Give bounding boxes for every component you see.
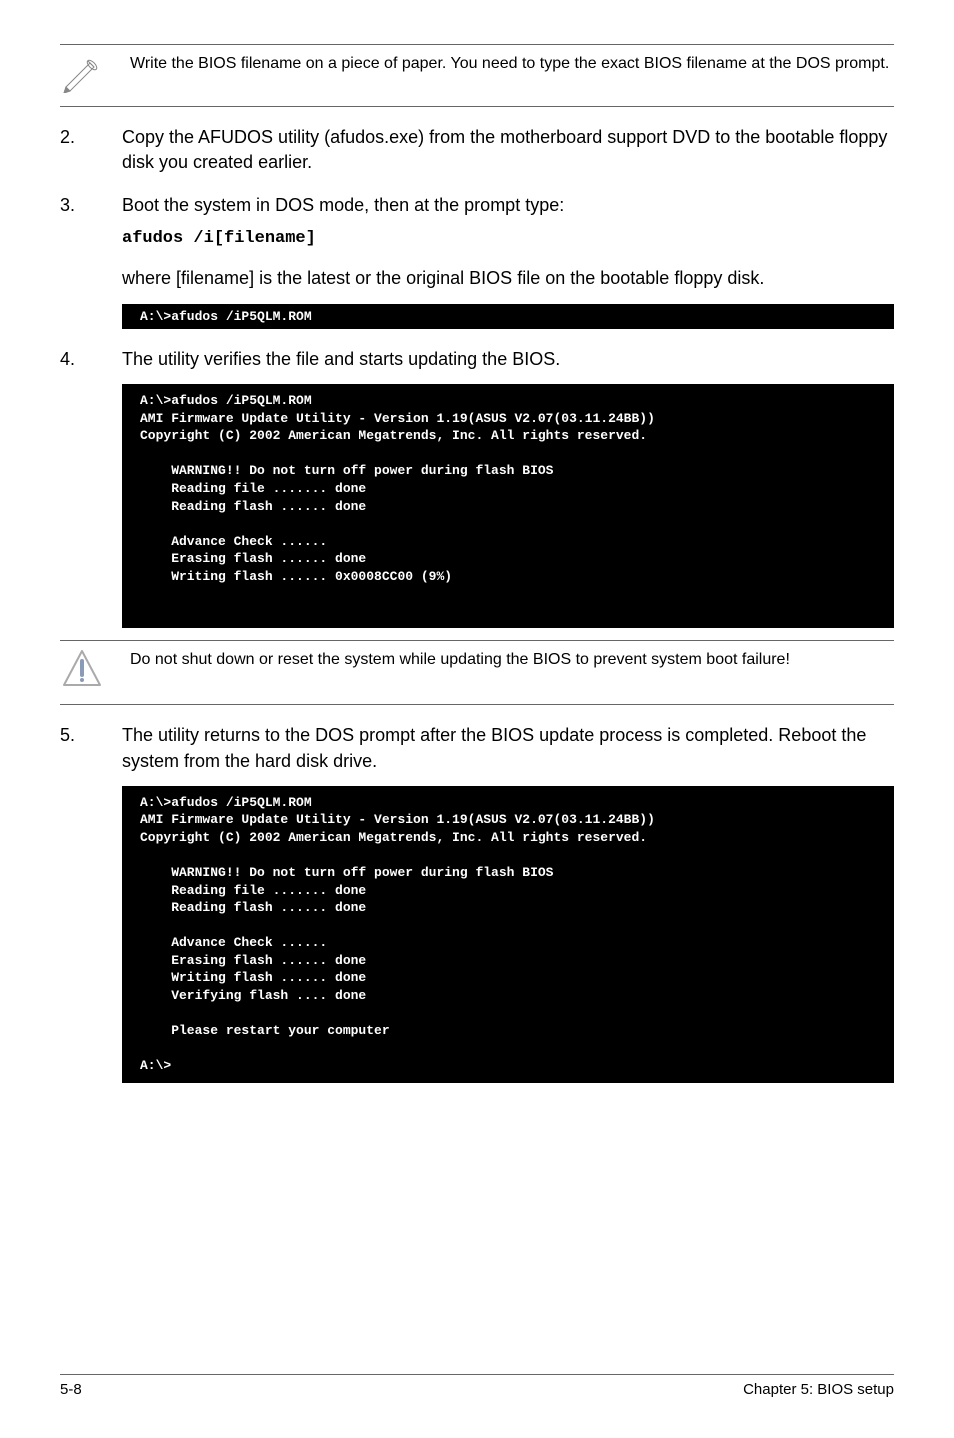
code-command: afudos /i[filename] [122, 227, 894, 251]
step-number: 3. [60, 193, 122, 250]
step-5: 5. The utility returns to the DOS prompt… [60, 723, 894, 773]
chapter-label: Chapter 5: BIOS setup [743, 1381, 894, 1398]
terminal-output-2: A:\>afudos /iP5QLM.ROM AMI Firmware Upda… [122, 384, 894, 628]
step-number: 2. [60, 125, 122, 175]
step-4: 4. The utility verifies the file and sta… [60, 347, 894, 372]
step-text: The utility verifies the file and starts… [122, 347, 894, 372]
step-3: 3. Boot the system in DOS mode, then at … [60, 193, 894, 250]
page-footer: 5-8 Chapter 5: BIOS setup [60, 1374, 894, 1398]
page-number: 5-8 [60, 1381, 82, 1398]
step-number: 4. [60, 347, 122, 372]
caution-icon [60, 645, 130, 696]
step-number: 5. [60, 723, 122, 773]
note-text: Write the BIOS filename on a piece of pa… [130, 49, 894, 75]
step-3-continuation: where [filename] is the latest or the or… [122, 266, 894, 291]
terminal-output-1: A:\>afudos /iP5QLM.ROM [122, 304, 894, 330]
step-text: The utility returns to the DOS prompt af… [122, 723, 894, 773]
step-text: Boot the system in DOS mode, then at the… [122, 195, 564, 215]
caution-text: Do not shut down or reset the system whi… [130, 645, 894, 671]
step-2: 2. Copy the AFUDOS utility (afudos.exe) … [60, 125, 894, 175]
step-text: Copy the AFUDOS utility (afudos.exe) fro… [122, 125, 894, 175]
caution-block: Do not shut down or reset the system whi… [60, 645, 894, 696]
pencil-icon [60, 49, 130, 98]
note-block: Write the BIOS filename on a piece of pa… [60, 49, 894, 98]
terminal-output-3: A:\>afudos /iP5QLM.ROM AMI Firmware Upda… [122, 786, 894, 1083]
